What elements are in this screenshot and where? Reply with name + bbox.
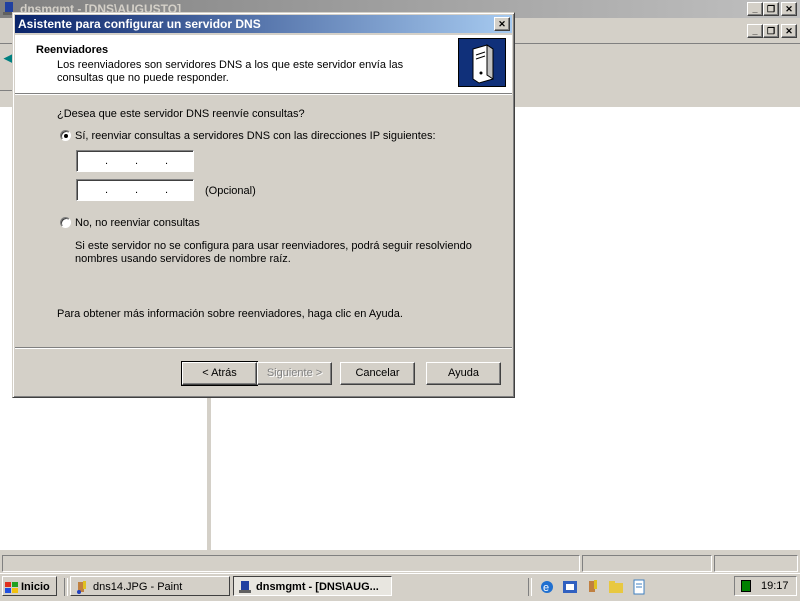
cancel-button[interactable]: Cancelar [340,362,415,385]
windows-logo-icon [5,581,19,594]
status-cell-2 [582,555,712,572]
taskbar-item-label: dnsmgmt - [DNS\AUG... [256,581,379,593]
dns-icon [238,580,252,594]
dns-server-icon [458,38,506,87]
start-button[interactable]: Inicio [2,576,57,596]
status-cell-3 [714,555,798,572]
wizard-title-bar[interactable]: Asistente para configurar un servidor DN… [15,15,512,33]
radio-forward-no[interactable] [60,217,71,228]
banner-separator [15,94,512,95]
taskbar-item-dnsmgmt[interactable]: dnsmgmt - [DNS\AUG... [233,576,392,596]
status-cell-main [2,555,580,572]
wizard-title-text: Asistente para configurar un servidor DN… [18,17,261,31]
next-button[interactable]: Siguiente > [257,362,332,385]
ip-address-field-1[interactable]: ... [76,150,194,172]
child-close-button[interactable]: ✕ [781,24,797,38]
folder-icon[interactable] [608,579,624,595]
start-label: Inicio [21,581,50,593]
footer-separator [15,347,512,349]
quicklaunch-separator [528,578,532,596]
restore-button[interactable]: ❐ [763,2,779,16]
help-button[interactable]: Ayuda [426,362,501,385]
wizard-close-button[interactable]: ✕ [494,17,510,31]
ip-address-field-2[interactable]: ... [76,179,194,201]
paint-icon [75,580,89,595]
minimize-button[interactable]: _ [747,2,763,16]
taskbar-item-label: dns14.JPG - Paint [93,581,183,593]
banner-description: Los reenviadores son servidores DNS a lo… [57,59,404,84]
svg-text:e: e [543,582,549,594]
no-forward-note: Si este servidor no se configura para us… [75,240,472,265]
child-restore-button[interactable]: ❐ [763,24,779,38]
radio-forward-no-label[interactable]: No, no reenviar consultas [75,217,200,229]
child-minimize-button[interactable]: _ [747,24,763,38]
optional-label: (Opcional) [205,185,256,197]
paint-quicklaunch-icon[interactable] [585,579,601,595]
taskbar-item-paint[interactable]: dns14.JPG - Paint [70,576,230,596]
clock[interactable]: 19:17 [761,580,789,592]
internet-explorer-icon[interactable]: e [539,579,555,595]
system-tray: 19:17 [734,576,797,596]
radio-selected-dot [64,134,68,138]
network-tray-icon[interactable] [741,580,751,592]
radio-forward-yes[interactable] [60,130,71,141]
close-button[interactable]: ✕ [781,2,797,16]
notepad-icon[interactable] [631,579,647,595]
banner-title: Reenviadores [36,44,109,56]
back-button[interactable]: < Atrás [181,361,258,386]
outlook-express-icon[interactable] [562,579,578,595]
taskbar-separator [64,578,68,596]
radio-forward-yes-label[interactable]: Sí, reenviar consultas a servidores DNS … [75,130,436,142]
forward-question: ¿Desea que este servidor DNS reenvíe con… [57,108,305,120]
help-hint: Para obtener más información sobre reenv… [57,308,403,320]
